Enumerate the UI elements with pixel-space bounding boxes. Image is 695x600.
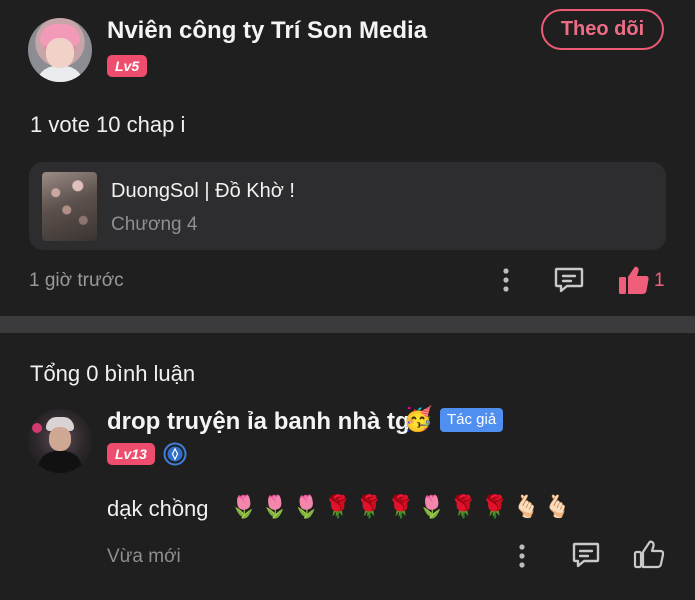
more-vertical-icon[interactable] [513,542,531,570]
comment-count: Tổng 0 bình luận [30,361,196,386]
like-count: 1 [654,270,665,291]
comment-icon[interactable] [553,266,585,294]
author-badge: Tác giả [440,408,504,432]
level-badge: Lv13 [107,443,155,465]
author-avatar[interactable] [28,18,92,82]
thumbs-up-icon[interactable] [632,538,666,570]
follow-button[interactable]: Theo dõi [541,9,664,50]
thumbs-up-icon[interactable] [617,264,651,296]
story-chapter: Chương 4 [111,214,198,235]
crown-badge-icon [163,442,187,466]
post-time: 1 giờ trước [29,270,124,291]
commenter-avatar[interactable] [28,409,92,473]
comment-icon[interactable] [571,541,601,571]
level-badge: Lv5 [107,55,148,77]
story-card[interactable]: DuongSol | Đồ Khờ ! Chương 4 [29,162,666,250]
more-vertical-icon[interactable] [497,266,515,294]
post-text: 1 vote 10 chap i [30,112,186,137]
author-name[interactable]: Nviên công ty Trí Son Media [107,17,427,45]
post-detail-page: Nviên công ty Trí Son Media Lv5 Theo dõi… [0,0,695,600]
comment-time: Vừa mới [107,546,181,567]
comment-emojis: 🌷🌷🌷🌹🌹🌹🌷🌹🌹🫰🏻🫰🏻 [230,494,576,519]
section-divider [0,316,695,333]
post: Nviên công ty Trí Son Media Lv5 Theo dõi… [0,0,695,316]
story-title: DuongSol | Đồ Khờ ! [111,180,295,202]
party-face-emoji: 🥳 [403,406,433,433]
comment-text: dạk chồng [107,496,209,521]
story-thumbnail [42,172,97,241]
commenter-name[interactable]: drop truyện ỉa banh nhà tg [107,408,410,436]
